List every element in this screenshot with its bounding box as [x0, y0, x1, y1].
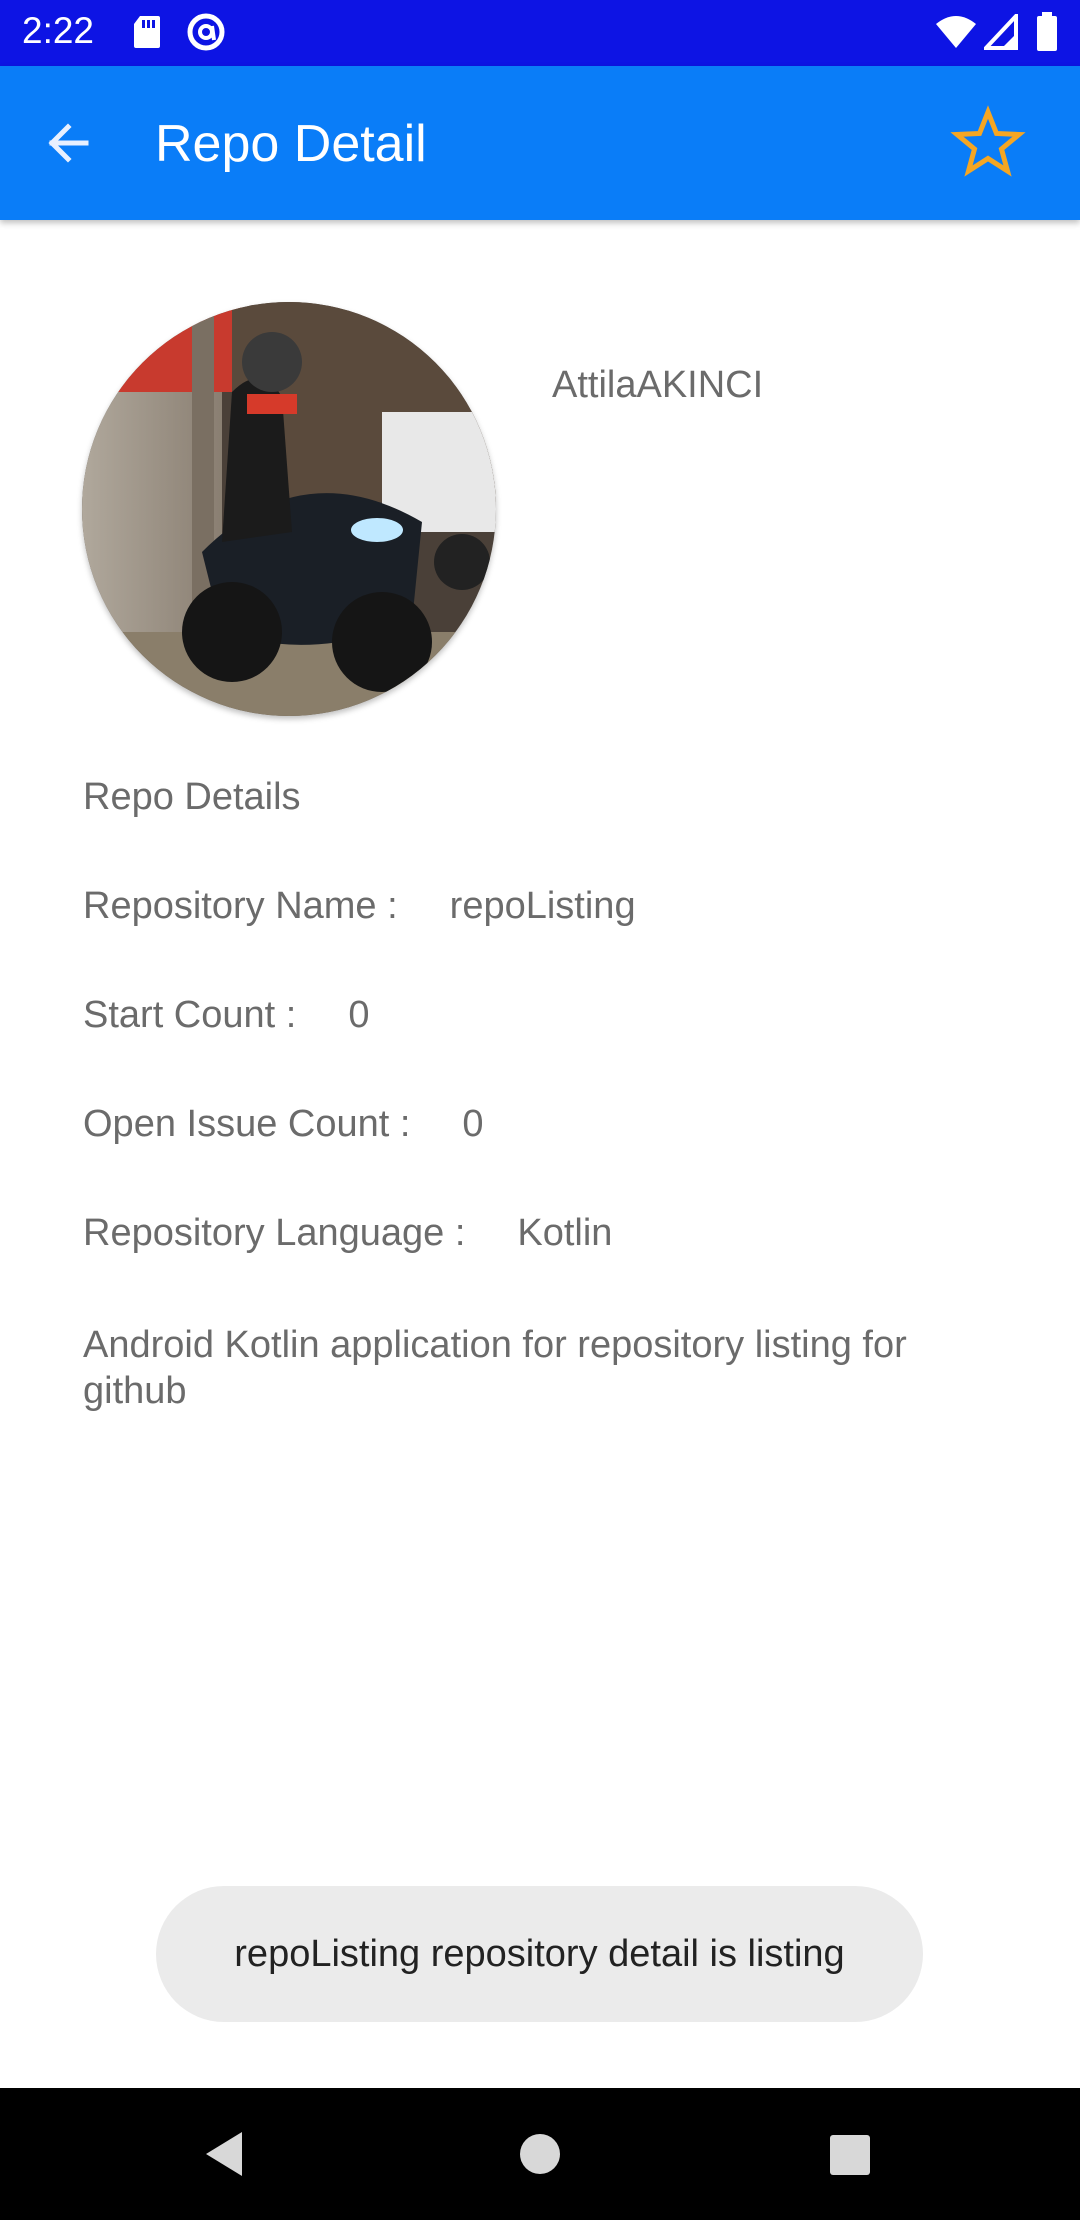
open-issue-row: Open Issue Count : 0 — [83, 1103, 484, 1146]
owner-login: AttilaAKINCI — [552, 364, 764, 406]
nav-recents-button[interactable] — [828, 2133, 872, 2182]
signal-icon — [981, 10, 1018, 55]
wifi-icon — [934, 14, 978, 55]
repository-name-value: repoListing — [449, 885, 636, 927]
toast-message: repoListing repository detail is listing — [234, 1932, 845, 1975]
nav-back-icon — [206, 2132, 242, 2176]
repository-name-label: Repository Name : — [83, 885, 398, 927]
star-count-label: Start Count : — [83, 994, 297, 1036]
app-bar: Repo Detail — [0, 66, 1080, 220]
page-title: Repo Detail — [155, 115, 427, 173]
star-count-row: Start Count : 0 — [83, 994, 369, 1037]
language-label: Repository Language : — [83, 1212, 466, 1254]
repository-name-row: Repository Name : repoListing — [83, 885, 636, 928]
star-outline-icon — [950, 105, 1026, 177]
repository-description: Android Kotlin application for repositor… — [83, 1324, 907, 1412]
toast: repoListing repository detail is listing — [156, 1886, 923, 2022]
open-issue-label: Open Issue Count : — [83, 1103, 411, 1145]
nav-recents-icon — [830, 2135, 870, 2175]
nav-home-icon — [520, 2134, 560, 2174]
section-title: Repo Details — [83, 776, 301, 818]
battery-icon — [1036, 12, 1058, 57]
at-sign-icon — [186, 12, 226, 57]
favorite-button[interactable] — [948, 104, 1028, 184]
arrow-back-icon — [48, 123, 89, 163]
open-issue-value: 0 — [462, 1103, 484, 1145]
star-count-value: 0 — [348, 994, 370, 1036]
sd-card-icon — [132, 14, 162, 55]
nav-home-button[interactable] — [518, 2132, 562, 2181]
back-button[interactable] — [38, 110, 113, 176]
navigation-bar — [0, 2088, 1080, 2220]
avatar — [82, 302, 496, 716]
language-value: Kotlin — [517, 1212, 613, 1254]
language-row: Repository Language : Kotlin — [83, 1212, 612, 1255]
nav-back-button[interactable] — [200, 2128, 250, 2185]
status-bar: 2:22 — [0, 0, 1080, 66]
status-time: 2:22 — [22, 10, 95, 51]
motorcycle-rider-photo — [82, 302, 496, 716]
